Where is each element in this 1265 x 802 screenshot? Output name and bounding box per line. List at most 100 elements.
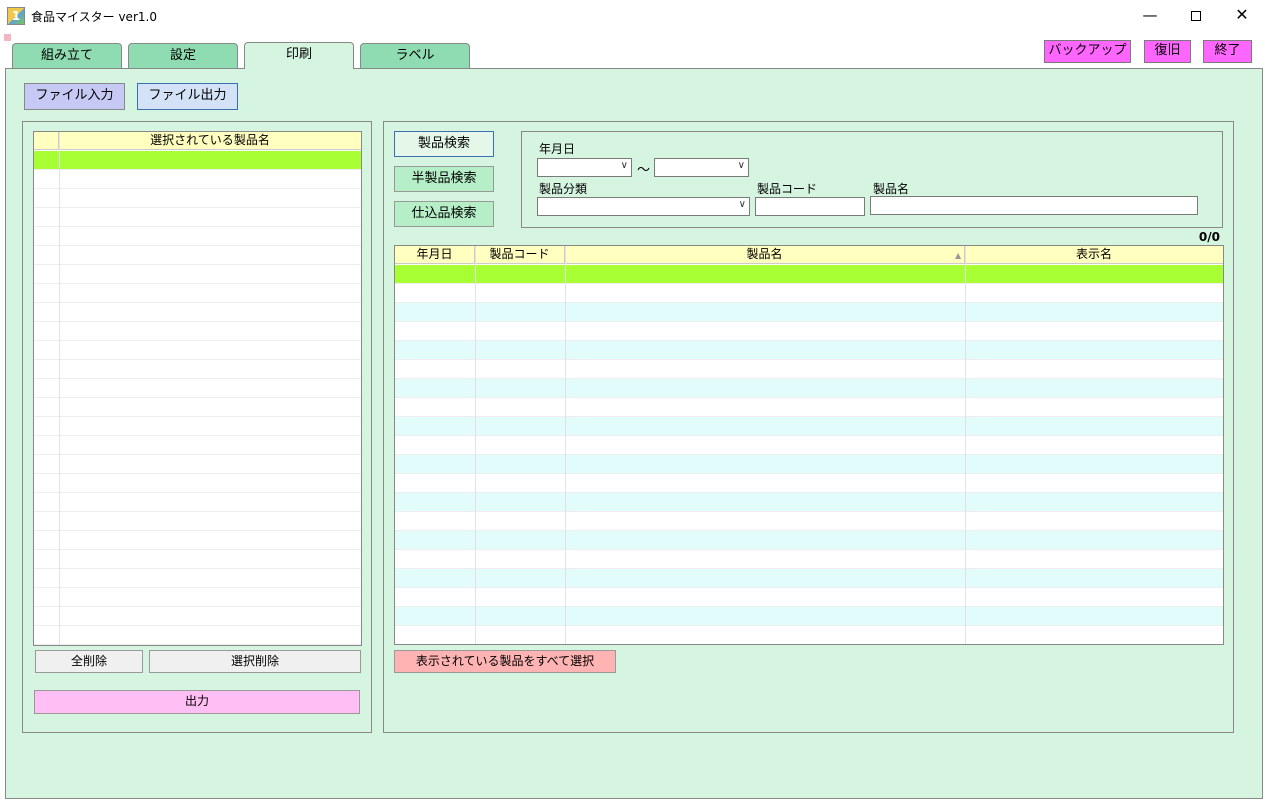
column-divider bbox=[475, 246, 476, 644]
delete-selected-button[interactable]: 選択削除 bbox=[149, 650, 361, 673]
table-row[interactable] bbox=[395, 626, 1223, 644]
chevron-down-icon: ∨ bbox=[737, 160, 745, 171]
table-row[interactable] bbox=[34, 531, 361, 550]
table-row[interactable] bbox=[395, 398, 1223, 417]
column-header-display-name[interactable]: 表示名 bbox=[965, 246, 1223, 264]
table-row[interactable] bbox=[34, 588, 361, 607]
table-row[interactable] bbox=[34, 550, 361, 569]
exit-button[interactable]: 終了 bbox=[1203, 40, 1252, 63]
restore-button[interactable]: 復旧 bbox=[1144, 40, 1191, 63]
product-search-button[interactable]: 製品検索 bbox=[394, 131, 494, 157]
table-row[interactable] bbox=[34, 284, 361, 303]
column-header-selected-product[interactable]: 選択されている製品名 bbox=[59, 132, 361, 150]
status-marker bbox=[4, 34, 11, 41]
tab-settings[interactable]: 設定 bbox=[128, 43, 238, 69]
column-divider bbox=[59, 132, 60, 645]
grid-header: 年月日 製品コード 製品名 表示名 ▲ bbox=[395, 246, 1223, 264]
category-select[interactable]: ∨ bbox=[537, 197, 750, 216]
table-row[interactable] bbox=[395, 569, 1223, 588]
table-row[interactable] bbox=[395, 455, 1223, 474]
delete-all-button[interactable]: 全削除 bbox=[35, 650, 143, 673]
semi-product-search-button[interactable]: 半製品検索 bbox=[394, 166, 494, 192]
product-name-label: 製品名 bbox=[873, 182, 910, 196]
table-row[interactable] bbox=[34, 265, 361, 284]
grid-header: 選択されている製品名 bbox=[34, 132, 361, 150]
table-row[interactable] bbox=[395, 474, 1223, 493]
product-code-label: 製品コード bbox=[757, 182, 818, 196]
minimize-button[interactable]: — bbox=[1127, 0, 1173, 30]
category-label: 製品分類 bbox=[539, 182, 588, 196]
table-row[interactable] bbox=[34, 417, 361, 436]
sort-ascending-icon: ▲ bbox=[955, 251, 962, 260]
product-search-group: 製品検索 半製品検索 仕込品検索 年月日 ∨ ～ ∨ 製品分類 ∨ 製品コード … bbox=[383, 121, 1234, 733]
result-count: 0/0 bbox=[1198, 230, 1220, 244]
table-row[interactable] bbox=[395, 379, 1223, 398]
file-output-button[interactable]: ファイル出力 bbox=[137, 83, 238, 110]
product-results-grid[interactable]: 年月日 製品コード 製品名 表示名 ▲ bbox=[394, 245, 1224, 645]
table-row[interactable] bbox=[34, 512, 361, 531]
table-row[interactable] bbox=[34, 170, 361, 189]
table-row[interactable] bbox=[34, 474, 361, 493]
table-row[interactable] bbox=[34, 436, 361, 455]
file-input-button[interactable]: ファイル入力 bbox=[24, 83, 125, 110]
table-row[interactable] bbox=[34, 607, 361, 626]
product-name-input[interactable] bbox=[870, 196, 1198, 215]
selected-row[interactable] bbox=[34, 151, 361, 170]
table-row[interactable] bbox=[34, 455, 361, 474]
table-row[interactable] bbox=[395, 550, 1223, 569]
table-row[interactable] bbox=[34, 360, 361, 379]
maximize-button[interactable] bbox=[1173, 0, 1219, 30]
table-row[interactable] bbox=[395, 531, 1223, 550]
table-row[interactable] bbox=[395, 360, 1223, 379]
table-row[interactable] bbox=[395, 417, 1223, 436]
app-icon: 1 bbox=[7, 7, 25, 25]
selected-products-group: 選択されている製品名 全削除 選択削除 出力 bbox=[22, 121, 372, 733]
table-row[interactable] bbox=[34, 398, 361, 417]
table-row[interactable] bbox=[395, 607, 1223, 626]
table-row[interactable] bbox=[395, 341, 1223, 360]
table-row[interactable] bbox=[34, 189, 361, 208]
chevron-down-icon: ∨ bbox=[738, 199, 746, 210]
table-row[interactable] bbox=[395, 303, 1223, 322]
maximize-icon bbox=[1191, 10, 1201, 21]
search-criteria-box: 年月日 ∨ ～ ∨ 製品分類 ∨ 製品コード 製品名 bbox=[521, 131, 1223, 228]
table-row[interactable] bbox=[395, 322, 1223, 341]
table-row[interactable] bbox=[34, 341, 361, 360]
table-row[interactable] bbox=[34, 493, 361, 512]
date-label: 年月日 bbox=[539, 142, 576, 156]
selected-products-grid[interactable]: 選択されている製品名 bbox=[33, 131, 362, 646]
table-row[interactable] bbox=[395, 436, 1223, 455]
date-to-select[interactable]: ∨ bbox=[654, 158, 749, 177]
tab-assembly[interactable]: 組み立て bbox=[12, 43, 122, 69]
column-header-product-name[interactable]: 製品名 bbox=[565, 246, 965, 264]
chevron-down-icon: ∨ bbox=[620, 160, 628, 171]
table-row[interactable] bbox=[34, 569, 361, 588]
select-all-displayed-button[interactable]: 表示されている製品をすべて選択 bbox=[394, 650, 616, 673]
stock-search-button[interactable]: 仕込品検索 bbox=[394, 201, 494, 227]
title-bar: 1 食品マイスター ver1.0 — ✕ bbox=[0, 0, 1265, 32]
backup-button[interactable]: バックアップ bbox=[1044, 40, 1131, 63]
column-header-product-code[interactable]: 製品コード bbox=[475, 246, 565, 264]
table-row[interactable] bbox=[34, 322, 361, 341]
date-from-select[interactable]: ∨ bbox=[537, 158, 632, 177]
output-button[interactable]: 出力 bbox=[34, 690, 360, 714]
table-row[interactable] bbox=[34, 626, 361, 645]
table-row[interactable] bbox=[395, 284, 1223, 303]
product-code-input[interactable] bbox=[755, 197, 865, 216]
table-row[interactable] bbox=[34, 227, 361, 246]
close-button[interactable]: ✕ bbox=[1219, 0, 1265, 30]
table-row[interactable] bbox=[34, 379, 361, 398]
table-row[interactable] bbox=[34, 246, 361, 265]
tab-label[interactable]: ラベル bbox=[360, 43, 470, 69]
table-row[interactable] bbox=[34, 208, 361, 227]
tab-print[interactable]: 印刷 bbox=[244, 42, 354, 69]
window-title: 食品マイスター ver1.0 bbox=[31, 10, 157, 24]
selected-row[interactable] bbox=[395, 265, 1223, 284]
table-row[interactable] bbox=[34, 303, 361, 322]
table-row[interactable] bbox=[395, 512, 1223, 531]
table-row[interactable] bbox=[395, 588, 1223, 607]
column-header-date[interactable]: 年月日 bbox=[395, 246, 475, 264]
column-divider bbox=[565, 246, 566, 644]
table-row[interactable] bbox=[395, 493, 1223, 512]
range-separator: ～ bbox=[637, 163, 651, 178]
